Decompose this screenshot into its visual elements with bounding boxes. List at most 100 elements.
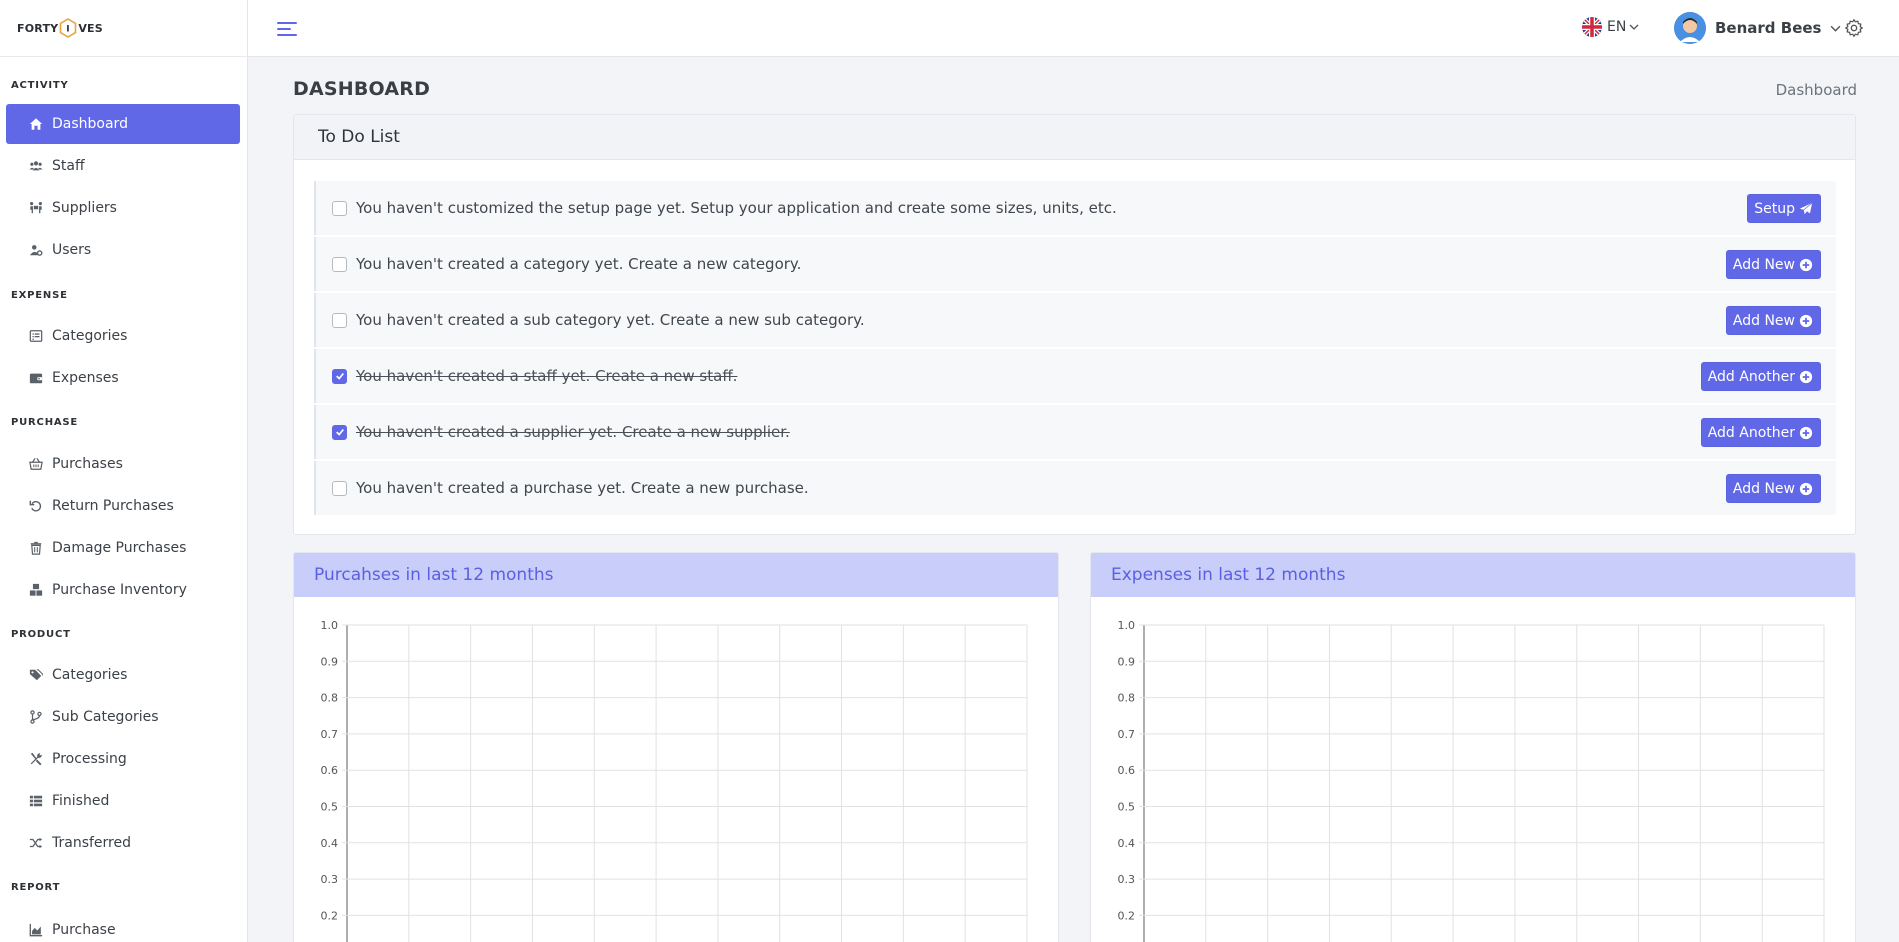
avatar [1674, 12, 1706, 44]
logo[interactable]: FORTY I VES [0, 0, 247, 57]
sidebar-item-return-purchases[interactable]: Return Purchases [6, 486, 240, 526]
logo-text-right: VES [78, 21, 103, 35]
sidebar-item-categories[interactable]: Categories [6, 316, 240, 356]
todo-card: To Do List You haven't customized the se… [293, 114, 1856, 535]
sidebar-item-purchase[interactable]: Purchase [6, 910, 240, 942]
hexagon-logo-icon: I [59, 18, 77, 38]
undo-icon [28, 498, 44, 514]
sidebar-item-processing[interactable]: Processing [6, 739, 240, 779]
chevron-down-icon [1830, 23, 1841, 34]
sidebar-item-damage-purchases[interactable]: Damage Purchases [6, 528, 240, 568]
todo-text: You haven't created a purchase yet. Crea… [356, 479, 809, 497]
y-tick-label: 1.0 [1118, 619, 1136, 632]
tools-icon [28, 751, 44, 767]
y-tick-label: 0.5 [1118, 801, 1136, 814]
sidebar-item-transferred[interactable]: Transferred [6, 823, 240, 863]
todo-card-title: To Do List [294, 115, 1855, 160]
sidebar-item-label: Staff [52, 158, 85, 174]
purchases-chart: 1.0 0.9 0.8 0.7 0.6 0.5 0.4 0.3 0.2 [321, 619, 1028, 942]
sidebar-item-users[interactable]: Users [6, 230, 240, 270]
check-icon [335, 372, 344, 380]
chart-area-icon [28, 922, 44, 938]
logo-text-left: FORTY [17, 21, 59, 35]
todo-checkbox[interactable] [332, 480, 347, 496]
sidebar-item-label: Return Purchases [52, 498, 174, 514]
user-name: Benard Bees [1715, 19, 1822, 37]
todo-item: You haven't created a supplier yet. Crea… [314, 405, 1836, 459]
sidebar-item-label: Damage Purchases [52, 540, 187, 556]
gear-icon[interactable] [1844, 18, 1864, 38]
hamburger-menu-icon[interactable] [276, 18, 298, 40]
user-menu[interactable]: Benard Bees [1674, 12, 1841, 44]
th-list-icon [28, 793, 44, 809]
y-tick-label: 0.8 [1118, 692, 1136, 705]
todo-action-button[interactable]: Add Another [1700, 418, 1821, 447]
sidebar-item-label: Processing [52, 751, 127, 767]
y-tick-label: 0.2 [1118, 909, 1136, 922]
purchases-chart-card: Purcahses in last 12 months 1.0 0.9 0.8 0.7… [293, 552, 1059, 942]
language-selector[interactable]: EN [1582, 17, 1639, 37]
code-branch-icon [28, 709, 44, 725]
sidebar-item-staff[interactable]: Staff [6, 146, 240, 186]
y-tick-label: 0.5 [321, 801, 339, 814]
y-tick-label: 0.4 [321, 837, 339, 850]
sidebar-item-purchases[interactable]: Purchases [6, 444, 240, 484]
basket-icon [28, 456, 44, 472]
todo-item: You haven't created a category yet. Crea… [314, 237, 1836, 291]
y-tick-label: 0.9 [321, 655, 339, 668]
sidebar-item-categories[interactable]: Categories [6, 655, 240, 695]
todo-checkbox[interactable] [332, 368, 347, 384]
sidebar-item-label: Suppliers [52, 200, 117, 216]
todo-item: You haven't customized the setup page ye… [314, 181, 1836, 235]
plus-circle-icon [1799, 258, 1813, 272]
todo-text: You haven't created a supplier yet. Crea… [356, 423, 790, 441]
todo-checkbox[interactable] [332, 312, 347, 328]
y-tick-label: 0.4 [1118, 837, 1136, 850]
sidebar-item-finished[interactable]: Finished [6, 781, 240, 821]
sidebar-item-expenses[interactable]: Expenses [6, 358, 240, 398]
sidebar-item-label: Users [52, 242, 92, 258]
y-tick-label: 0.9 [1118, 655, 1136, 668]
todo-action-label: Add Another [1707, 424, 1795, 441]
sidebar-item-label: Dashboard [52, 116, 128, 132]
sidebar-item-label: Sub Categories [52, 709, 159, 725]
todo-action-button[interactable]: Add New [1725, 306, 1821, 335]
sidebar-section-title: EXPENSE [11, 290, 68, 301]
sidebar-item-dashboard[interactable]: Dashboard [6, 104, 240, 144]
uk-flag-icon [1582, 17, 1602, 37]
todo-action-button[interactable]: Add New [1725, 474, 1821, 503]
todo-action-label: Add New [1732, 256, 1795, 273]
todo-checkbox[interactable] [332, 200, 347, 216]
check-icon [335, 428, 344, 436]
breadcrumb[interactable]: Dashboard [1776, 81, 1857, 99]
expenses-chart-card: Expenses in last 12 months 1.0 0.9 0.8 0.7 0… [1090, 552, 1856, 942]
todo-action-button[interactable]: Add New [1725, 250, 1821, 279]
todo-item: You haven't created a staff yet. Create … [314, 349, 1836, 403]
todo-checkbox[interactable] [332, 424, 347, 440]
todo-text: You haven't created a category yet. Crea… [356, 255, 802, 273]
purchases-chart-title: Purcahses in last 12 months [294, 553, 1058, 597]
expenses-chart-title: Expenses in last 12 months [1091, 553, 1855, 597]
boxes-icon [28, 582, 44, 598]
sidebar-item-label: Finished [52, 793, 110, 809]
expenses-chart: 1.0 0.9 0.8 0.7 0.6 0.5 0.4 0.3 0.2 [1118, 619, 1825, 942]
sidebar-item-label: Transferred [52, 835, 131, 851]
home-icon [28, 116, 44, 132]
y-tick-label: 0.7 [321, 728, 339, 741]
todo-list: You haven't customized the setup page ye… [314, 181, 1836, 517]
sidebar-section-title: PRODUCT [11, 629, 71, 640]
sidebar-item-label: Categories [52, 667, 128, 683]
todo-action-label: Setup [1754, 200, 1795, 217]
sidebar-item-purchase-inventory[interactable]: Purchase Inventory [6, 570, 240, 610]
logo-text: FORTY I VES [17, 18, 103, 38]
todo-action-label: Add New [1732, 312, 1795, 329]
sidebar-section-title: ACTIVITY [11, 80, 69, 91]
todo-action-button[interactable]: Setup [1747, 194, 1821, 223]
todo-action-button[interactable]: Add Another [1700, 362, 1821, 391]
todo-checkbox[interactable] [332, 256, 347, 272]
sidebar-item-sub-categories[interactable]: Sub Categories [6, 697, 240, 737]
sidebar-item-label: Categories [52, 328, 128, 344]
y-tick-label: 0.6 [321, 764, 339, 777]
sidebar-item-suppliers[interactable]: Suppliers [6, 188, 240, 228]
sidebar-section-title: REPORT [11, 882, 61, 893]
